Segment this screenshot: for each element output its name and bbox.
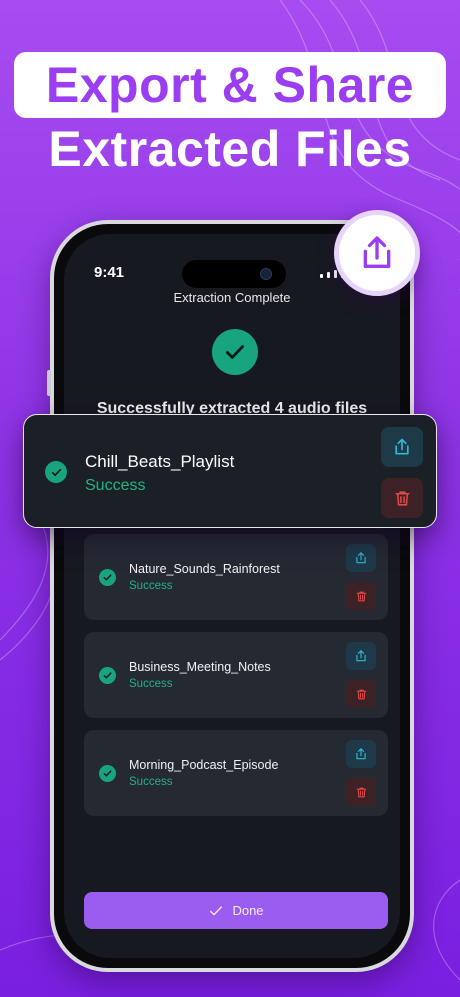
file-status: Success — [129, 678, 173, 690]
check-icon — [99, 569, 116, 586]
share-icon — [363, 236, 391, 268]
signal-icon — [320, 274, 323, 278]
done-button-label: Done — [232, 903, 264, 918]
status-time: 9:41 — [94, 264, 125, 281]
check-icon — [99, 667, 116, 684]
delete-button[interactable] — [346, 680, 376, 708]
share-icon — [356, 552, 366, 564]
highlighted-file-card: Chill_Beats_Playlist Success — [23, 414, 437, 528]
check-icon — [99, 765, 116, 782]
file-name: Chill_Beats_Playlist — [85, 452, 235, 471]
share-icon — [356, 650, 366, 662]
dynamic-island — [182, 260, 286, 288]
share-icon — [395, 438, 409, 455]
done-button[interactable]: Done — [84, 892, 388, 929]
trash-icon — [394, 490, 410, 506]
phone-frame: 9:41 Extraction Complete Successfully ex… — [47, 220, 417, 972]
file-status: Success — [129, 776, 173, 788]
list-item: Nature_Sounds_Rainforest Success — [84, 534, 388, 620]
file-name: Morning_Podcast_Episode — [129, 758, 279, 772]
delete-button[interactable] — [346, 582, 376, 610]
share-icon — [356, 748, 366, 760]
trash-icon — [356, 787, 366, 797]
list-item: Morning_Podcast_Episode Success — [84, 730, 388, 816]
file-status: Success — [129, 580, 173, 592]
delete-button[interactable] — [381, 478, 423, 518]
share-badge[interactable] — [334, 210, 420, 296]
share-button[interactable] — [346, 642, 376, 670]
trash-icon — [356, 689, 366, 699]
success-check-icon — [212, 329, 258, 375]
file-name: Business_Meeting_Notes — [129, 660, 271, 674]
list-item: Business_Meeting_Notes Success — [84, 632, 388, 718]
check-icon — [45, 461, 67, 483]
checkmark-icon — [210, 905, 223, 915]
trash-icon — [356, 591, 366, 601]
headline-line-2: Extracted Files — [48, 121, 412, 177]
screen-title: Extraction Complete — [173, 290, 291, 305]
share-button[interactable] — [346, 740, 376, 768]
share-button[interactable] — [346, 544, 376, 572]
file-status: Success — [85, 477, 146, 494]
headline-line-1: Export & Share — [14, 52, 446, 118]
file-name: Nature_Sounds_Rainforest — [129, 562, 280, 576]
delete-button[interactable] — [346, 778, 376, 806]
phone-screen: 9:41 Extraction Complete Successfully ex… — [64, 234, 400, 958]
share-button[interactable] — [381, 427, 423, 467]
phone-side-button — [47, 370, 51, 396]
